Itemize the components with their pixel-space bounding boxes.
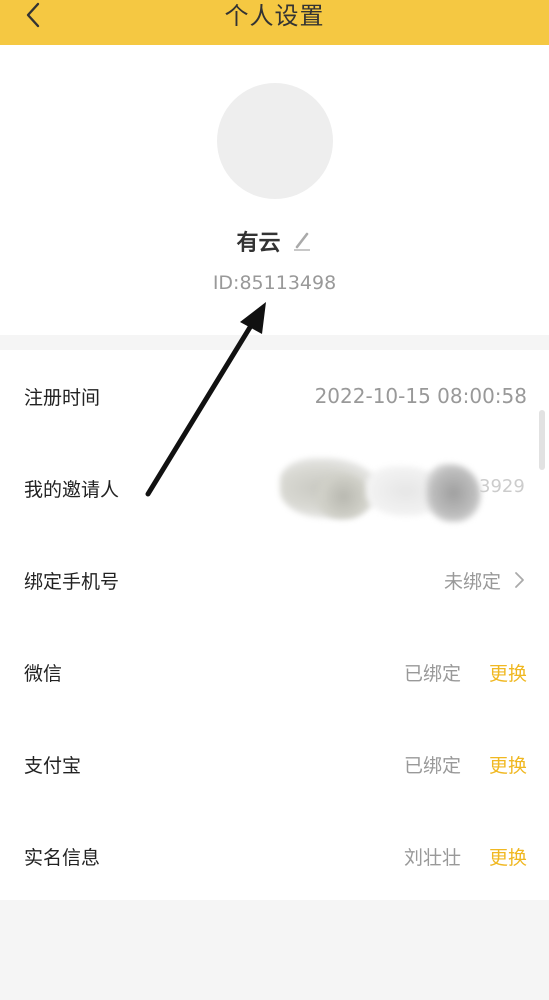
realname-row: 实名信息 刘壮壮 更换 bbox=[0, 810, 549, 902]
bind-phone-row[interactable]: 绑定手机号 未绑定 bbox=[0, 534, 549, 626]
realname-change-button[interactable]: 更换 bbox=[489, 843, 527, 870]
user-name: 有云 bbox=[236, 231, 281, 256]
realname-value: 刘壮壮 bbox=[403, 846, 461, 869]
inviter-row: 我的邀请人 3929 bbox=[0, 442, 549, 534]
edit-name-button[interactable] bbox=[291, 230, 313, 252]
pencil-icon bbox=[293, 232, 310, 251]
wechat-change-button[interactable]: 更换 bbox=[489, 659, 527, 686]
wechat-label: 微信 bbox=[24, 662, 63, 685]
avatar[interactable] bbox=[217, 83, 333, 199]
alipay-row: 支付宝 已绑定 更换 bbox=[0, 718, 549, 810]
scrollbar[interactable] bbox=[539, 410, 545, 470]
wechat-row: 微信 已绑定 更换 bbox=[0, 626, 549, 718]
chevron-right-icon bbox=[515, 572, 524, 588]
alipay-change-button[interactable]: 更换 bbox=[489, 751, 527, 778]
top-bar: 个人设置 bbox=[0, 0, 549, 45]
settings-list: 注册时间 2022-10-15 08:00:58 我的邀请人 3929 绑定手机… bbox=[0, 350, 549, 900]
alipay-label: 支付宝 bbox=[24, 754, 82, 777]
register-time-label: 注册时间 bbox=[24, 386, 101, 409]
register-time-value: 2022-10-15 08:00:58 bbox=[314, 384, 527, 408]
profile-card: 有云 ID:85113498 bbox=[0, 45, 549, 335]
inviter-visible-suffix: 3929 bbox=[479, 476, 525, 497]
wechat-status: 已绑定 bbox=[403, 662, 461, 685]
bind-phone-status: 未绑定 bbox=[443, 570, 501, 593]
page-title: 个人设置 bbox=[224, 2, 325, 30]
register-time-row: 注册时间 2022-10-15 08:00:58 bbox=[0, 350, 549, 442]
alipay-status: 已绑定 bbox=[403, 754, 461, 777]
inviter-label: 我的邀请人 bbox=[24, 478, 120, 501]
redacted-inviter-value: 3929 bbox=[276, 444, 536, 532]
bind-phone-label: 绑定手机号 bbox=[24, 570, 120, 593]
user-id: ID:85113498 bbox=[212, 272, 337, 294]
name-row: 有云 bbox=[0, 225, 549, 257]
realname-label: 实名信息 bbox=[24, 846, 101, 869]
